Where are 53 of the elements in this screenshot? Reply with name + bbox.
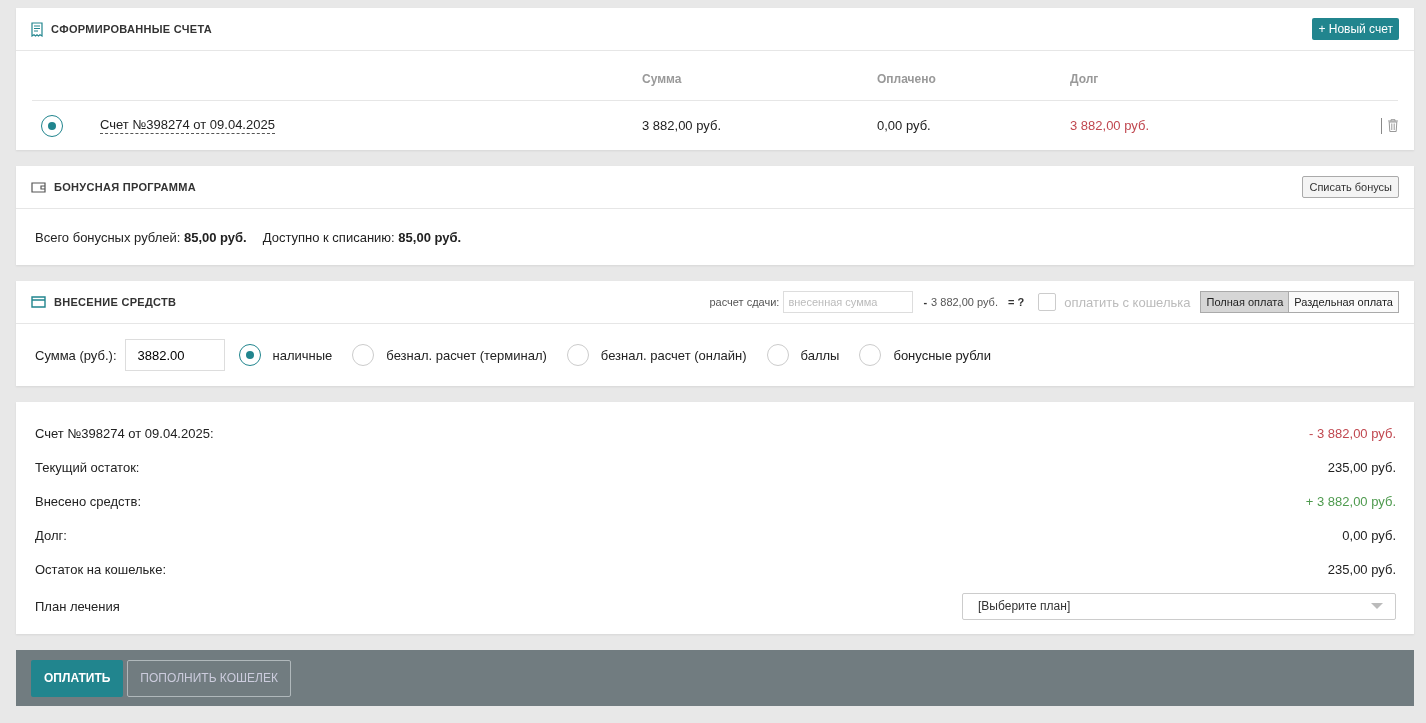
- minus-sign: -: [923, 296, 928, 308]
- table-cell-text: 3 882,00 руб.: [642, 118, 722, 133]
- wallet-icon: [31, 181, 46, 193]
- plan-dropdown[interactable]: [Выберите план]: [962, 592, 1396, 620]
- new-invoice-button[interactable]: + Новый счет: [1312, 18, 1399, 40]
- radio-label: безнал. расчет (онлайн): [600, 347, 747, 363]
- summary-value: 235,00 руб.: [1327, 561, 1396, 577]
- radio-button[interactable]: [238, 344, 261, 366]
- change-label: расчет сдачи:: [709, 296, 780, 308]
- summary-label: Долг:: [35, 527, 67, 543]
- radio-button[interactable]: [352, 344, 375, 366]
- radio-button[interactable]: [766, 344, 789, 366]
- radio-label: безнал. расчет (терминал): [386, 347, 547, 363]
- table-cell-text: 0,00 руб.: [877, 118, 932, 133]
- panel-title: БОНУСНАЯ ПРОГРАММА: [54, 181, 196, 193]
- column-header: Оплачено: [877, 71, 937, 86]
- summary-label: Текущий остаток:: [35, 459, 140, 475]
- summary-label: Остаток на кошельке:: [35, 561, 167, 577]
- radio-button[interactable]: [566, 344, 589, 366]
- radio-label: баллы: [800, 347, 840, 363]
- amount-label: Сумма (руб.):: [35, 347, 117, 363]
- radio-label: бонусные рубли: [893, 347, 991, 363]
- change-amount: 3 882,00 руб.: [931, 296, 998, 308]
- panel-title: СФОРМИРОВАННЫЕ СЧЕТА: [51, 23, 212, 35]
- summary-value: 235,00 руб.: [1327, 459, 1396, 475]
- summary-value: 0,00 руб.: [1342, 527, 1396, 543]
- equals-text: = ?: [1007, 296, 1025, 308]
- summary-value: + 3 882,00 руб.: [1305, 493, 1396, 509]
- summary-value: - 3 882,00 руб.: [1309, 425, 1396, 441]
- amount-input-field[interactable]: 3882.00: [124, 339, 225, 371]
- payment-mode-toggle[interactable]: Полная оплата: [1200, 291, 1290, 313]
- radio-label: наличные: [272, 347, 333, 363]
- invoice-link[interactable]: Счет №398274 от 09.04.2025: [100, 117, 275, 134]
- checkbox-label: оплатить с кошелька: [1064, 294, 1191, 310]
- column-header: Долг: [1070, 71, 1100, 86]
- radio-button[interactable]: [859, 344, 882, 366]
- bonus-text: Доступно к списанию: 85,00 руб.: [262, 229, 462, 245]
- caret-icon: [1371, 603, 1383, 609]
- plan-label: План лечения: [35, 598, 120, 614]
- table-cell-text: 3 882,00 руб.: [1070, 118, 1150, 133]
- summary-label: Внесено средств:: [35, 493, 142, 509]
- panel-title: ВНЕСЕНИЕ СРЕДСТВ: [54, 296, 177, 308]
- trash-icon[interactable]: [1388, 119, 1398, 132]
- pay-button[interactable]: ОПЛАТИТЬ: [31, 659, 124, 697]
- change-input-field[interactable]: внесенная сумма: [783, 291, 914, 313]
- summary-label: Счет №398274 от 09.04.2025:: [35, 425, 214, 441]
- radio-button[interactable]: [41, 114, 63, 137]
- write-off-bonus-button[interactable]: Списать бонусы: [1302, 176, 1399, 198]
- receipt-icon: [31, 21, 43, 37]
- bonus-text: Всего бонусных рублей: 85,00 руб.: [35, 229, 247, 245]
- column-header: Сумма: [642, 71, 683, 86]
- payment-mode-toggle[interactable]: Раздельная оплата: [1289, 291, 1399, 313]
- card-icon: [31, 296, 46, 308]
